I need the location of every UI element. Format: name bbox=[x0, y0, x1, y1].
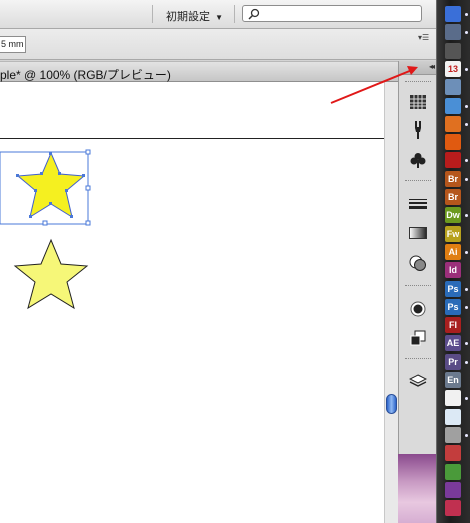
workspace-switcher[interactable]: 初期設定 ▼ bbox=[166, 8, 223, 24]
firefox-alt-icon[interactable] bbox=[445, 134, 461, 151]
star-shape[interactable] bbox=[13, 238, 89, 310]
illustrator-icon[interactable]: Ai bbox=[445, 243, 461, 260]
chevron-down-icon: ▼ bbox=[215, 13, 223, 22]
layers-icon[interactable] bbox=[407, 370, 429, 392]
mac-dock: 13 Br Br Dw Fw Ai Id Ps Ps Fl AE Pr En bbox=[436, 0, 470, 523]
gradient-icon[interactable] bbox=[407, 222, 429, 244]
firefox-icon[interactable] bbox=[445, 115, 461, 132]
bridge-icon[interactable]: Br bbox=[445, 170, 461, 187]
search-icon bbox=[248, 8, 260, 20]
application-bar: 初期設定 ▼ bbox=[0, 0, 436, 29]
document-title: ple* @ 100% (RGB/プレビュー) bbox=[0, 68, 171, 82]
appearance-icon[interactable] bbox=[407, 298, 429, 320]
bridge-alt-icon[interactable]: Br bbox=[445, 189, 461, 205]
running-indicator bbox=[465, 159, 468, 163]
running-indicator bbox=[465, 177, 468, 181]
separator bbox=[152, 5, 153, 23]
running-indicator bbox=[465, 305, 468, 309]
preview-icon[interactable] bbox=[445, 79, 461, 96]
brush-icon[interactable] bbox=[407, 119, 429, 141]
panel-dock-header: ◂◂ bbox=[399, 61, 437, 75]
after-effects-icon[interactable]: AE bbox=[445, 335, 461, 352]
control-bar: 5 mm ▾☰ bbox=[0, 29, 436, 60]
spaces-icon[interactable] bbox=[445, 24, 461, 41]
acrobat-icon[interactable] bbox=[445, 390, 461, 407]
document-canvas[interactable] bbox=[0, 82, 384, 523]
running-indicator bbox=[465, 104, 468, 108]
search-input[interactable] bbox=[242, 5, 422, 22]
panel-grip[interactable] bbox=[405, 81, 431, 83]
panel-menu-icon[interactable]: ▾☰ bbox=[418, 33, 430, 43]
workspace-label: 初期設定 bbox=[166, 11, 210, 23]
scrollbar-thumb[interactable] bbox=[386, 394, 397, 414]
vertical-scrollbar[interactable] bbox=[384, 82, 398, 523]
separator bbox=[234, 5, 235, 23]
panel-grip[interactable] bbox=[405, 180, 431, 182]
running-indicator bbox=[465, 397, 468, 401]
transparency-icon[interactable] bbox=[407, 252, 429, 274]
running-indicator bbox=[465, 67, 468, 71]
running-indicator bbox=[465, 214, 468, 218]
calendar-icon[interactable]: 13 bbox=[445, 60, 461, 77]
app-pink-icon[interactable] bbox=[445, 500, 461, 517]
running-indicator bbox=[465, 287, 468, 291]
running-indicator bbox=[465, 360, 468, 364]
artwork bbox=[0, 149, 91, 310]
running-indicator bbox=[465, 342, 468, 346]
encore-icon[interactable]: En bbox=[445, 372, 461, 388]
swatches-icon[interactable] bbox=[407, 91, 429, 113]
panel-grip[interactable] bbox=[405, 358, 431, 360]
dashboard-icon[interactable] bbox=[445, 42, 461, 59]
indesign-icon[interactable]: Id bbox=[445, 262, 461, 279]
app-purple-icon[interactable] bbox=[445, 481, 461, 498]
running-indicator bbox=[465, 122, 468, 126]
document-tab[interactable]: ple* @ 100% (RGB/プレビュー) bbox=[0, 61, 398, 82]
running-indicator bbox=[465, 31, 468, 35]
measure-field[interactable]: 5 mm bbox=[0, 36, 26, 53]
stroke-lines-icon[interactable] bbox=[407, 194, 429, 216]
textedit-icon[interactable] bbox=[445, 408, 461, 425]
acrobat-reader-icon[interactable] bbox=[445, 152, 461, 169]
flash-icon[interactable]: Fl bbox=[445, 317, 461, 334]
club-icon[interactable] bbox=[407, 149, 429, 171]
fireworks-icon[interactable]: Fw bbox=[445, 225, 461, 242]
graphic-styles-icon[interactable] bbox=[407, 327, 429, 349]
photoshop-alt-icon[interactable]: Ps bbox=[445, 298, 461, 315]
premiere-icon[interactable]: Pr bbox=[445, 353, 461, 370]
running-indicator bbox=[465, 13, 468, 16]
finder-icon[interactable] bbox=[445, 6, 461, 22]
selected-star[interactable] bbox=[0, 149, 91, 226]
running-indicator bbox=[465, 250, 468, 254]
running-indicator bbox=[465, 433, 468, 437]
collapse-panels-icon[interactable]: ◂◂ bbox=[429, 62, 435, 71]
panel-grip[interactable] bbox=[405, 285, 431, 287]
safari-icon[interactable] bbox=[445, 97, 461, 114]
dreamweaver-icon[interactable]: Dw bbox=[445, 207, 461, 224]
app-red-icon[interactable] bbox=[445, 445, 461, 462]
photoshop-icon[interactable]: Ps bbox=[445, 280, 461, 297]
archive-icon[interactable] bbox=[445, 426, 461, 443]
desktop-background bbox=[398, 454, 436, 523]
app-green-icon[interactable] bbox=[445, 463, 461, 480]
